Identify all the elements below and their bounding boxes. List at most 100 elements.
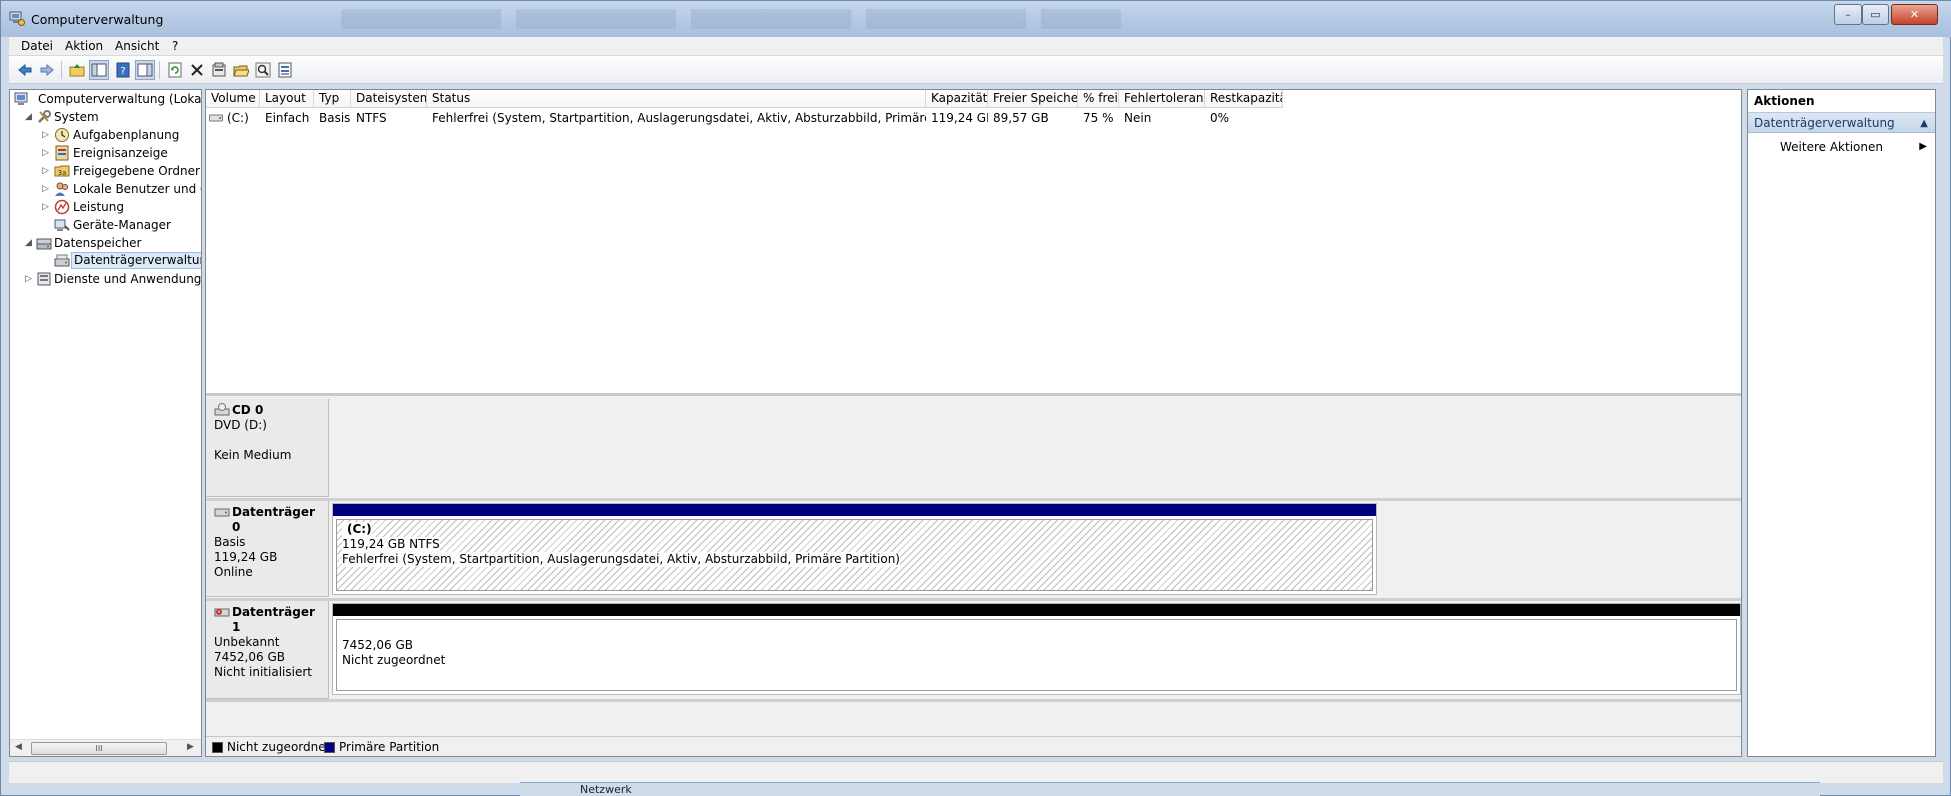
tree-item-leistung[interactable]: ▷ Leistung xyxy=(12,198,201,216)
window-title: Computerverwaltung xyxy=(31,12,164,27)
expanded-arrow-icon[interactable]: ◢ xyxy=(25,234,34,252)
disk-name: CD 0 xyxy=(232,403,264,417)
action-weitere-aktionen[interactable]: Weitere Aktionen ▶ xyxy=(1748,138,1935,156)
minimize-button[interactable]: – xyxy=(1834,4,1862,25)
tree-item-geraete-manager[interactable]: Geräte-Manager xyxy=(12,216,201,234)
collapsed-arrow-icon[interactable]: ▷ xyxy=(42,162,51,180)
menu-help[interactable]: ? xyxy=(172,39,178,53)
show-hide-tree-icon[interactable] xyxy=(89,60,109,80)
primary-partition-bar xyxy=(333,504,1376,516)
disk-label-datentraeger-0[interactable]: Datenträger 0 Basis 119,24 GB Online xyxy=(206,501,329,597)
partition-c-block[interactable]: (C:) 119,24 GB NTFS Fehlerfrei (System, … xyxy=(332,503,1377,595)
help-icon[interactable]: ? xyxy=(113,60,133,80)
disk-label-cd0[interactable]: CD 0 DVD (D:) Kein Medium xyxy=(206,399,329,497)
tree-item-label: Lokale Benutzer und Gr xyxy=(73,182,202,196)
storage-icon xyxy=(36,238,52,250)
column-layout[interactable]: Layout xyxy=(260,90,314,108)
collapse-up-icon[interactable]: ▲ xyxy=(1920,113,1928,134)
column-prozent-frei[interactable]: % frei xyxy=(1078,90,1119,108)
tree-item-ereignisanzeige[interactable]: ▷ Ereignisanzeige xyxy=(12,144,201,162)
open-icon[interactable] xyxy=(231,60,251,80)
menu-datei[interactable]: Datei xyxy=(21,39,53,53)
unallocated-space[interactable]: 7452,06 GB Nicht zugeordnet xyxy=(336,619,1737,691)
tree-item-lokale-benutzer[interactable]: ▷ Lokale Benutzer und Gr xyxy=(12,180,201,198)
action-label: Weitere Aktionen xyxy=(1780,140,1883,154)
tree-item-dienste[interactable]: ▷ Dienste und Anwendungen xyxy=(12,270,201,288)
performance-icon xyxy=(54,199,70,215)
tree-item-label: Ereignisanzeige xyxy=(73,146,168,160)
volume-list: Volume Layout Typ Dateisystem Status Kap… xyxy=(206,90,1741,396)
column-typ[interactable]: Typ xyxy=(314,90,351,108)
disk-label-datentraeger-1[interactable]: Datenträger 1 Unbekannt 7452,06 GB Nicht… xyxy=(206,601,329,699)
disk-name: Datenträger 1 xyxy=(232,605,315,634)
clock-icon xyxy=(55,128,69,142)
unallocated-bar xyxy=(333,604,1740,616)
cell-layout: Einfach xyxy=(265,111,310,125)
tree-item-label: Computerverwaltung (Lokal) xyxy=(38,92,202,106)
disk-status: Online xyxy=(214,565,253,579)
column-volume[interactable]: Volume xyxy=(206,90,260,108)
menu-aktion[interactable]: Aktion xyxy=(65,39,103,53)
tree-item-computerverwaltung[interactable]: Computerverwaltung (Lokal) xyxy=(12,90,201,108)
menu-bar: Datei Aktion Ansicht ? xyxy=(9,37,1943,55)
collapsed-arrow-icon[interactable]: ▷ xyxy=(42,180,51,198)
maximize-button[interactable]: ▭ xyxy=(1862,4,1889,25)
scroll-left-icon[interactable]: ◀ xyxy=(15,742,22,752)
properties-icon[interactable] xyxy=(209,60,229,80)
column-fehlertoleranz[interactable]: Fehlertoleranz xyxy=(1119,90,1205,108)
collapsed-arrow-icon[interactable]: ▷ xyxy=(42,126,51,144)
tree-item-label: Freigegebene Ordner xyxy=(73,164,200,178)
forward-arrow-icon[interactable] xyxy=(37,60,57,80)
back-arrow-icon[interactable] xyxy=(15,60,35,80)
collapsed-arrow-icon[interactable]: ▷ xyxy=(42,144,51,162)
tree-item-aufgabenplanung[interactable]: ▷ Aufgabenplanung xyxy=(12,126,201,144)
cell-kapazitaet: 119,24 GB xyxy=(931,111,988,125)
partition-c[interactable]: (C:) 119,24 GB NTFS Fehlerfrei (System, … xyxy=(336,519,1373,591)
disk-size: 7452,06 GB xyxy=(214,650,285,664)
toolbar: ? xyxy=(9,56,1943,84)
search-icon[interactable] xyxy=(253,60,273,80)
unallocated-block[interactable]: 7452,06 GB Nicht zugeordnet xyxy=(332,603,1741,695)
cell-status: Fehlerfrei (System, Startpartition, Ausl… xyxy=(432,111,926,125)
column-freier-speicher[interactable]: Freier Speicher xyxy=(988,90,1078,108)
tree-item-datenspeicher[interactable]: ◢ Datenspeicher xyxy=(12,234,201,252)
refresh-icon[interactable] xyxy=(165,60,185,80)
menu-ansicht[interactable]: Ansicht xyxy=(115,39,159,53)
tree-item-freigegebene-ordner[interactable]: ▷ 3a Freigegebene Ordner xyxy=(12,162,201,180)
legend: Nicht zugeordnet Primäre Partition xyxy=(206,736,1741,756)
disk-status: Kein Medium xyxy=(214,448,292,462)
disk-graphical-view: CD 0 DVD (D:) Kein Medium Datenträger 0 … xyxy=(206,399,1741,736)
disk-type: DVD (D:) xyxy=(214,418,267,432)
legend-primary: Primäre Partition xyxy=(339,740,440,754)
show-hide-action-pane-icon[interactable] xyxy=(135,60,155,80)
expanded-arrow-icon[interactable]: ◢ xyxy=(25,108,34,126)
delete-icon[interactable] xyxy=(187,60,207,80)
disk-name: Datenträger 0 xyxy=(232,505,315,534)
title-bar[interactable]: Computerverwaltung – ▭ ✕ xyxy=(1,1,1951,37)
cell-fehlertoleranz: Nein xyxy=(1124,111,1152,125)
column-restkapazitaet[interactable]: Restkapazität xyxy=(1205,90,1283,108)
status-bar xyxy=(9,761,1943,783)
collapsed-arrow-icon[interactable]: ▷ xyxy=(42,198,51,216)
column-kapazitaet[interactable]: Kapazität xyxy=(926,90,988,108)
tools-icon xyxy=(38,110,51,123)
actions-section-datentraegerverwaltung[interactable]: Datenträgerverwaltung ▲ xyxy=(1748,112,1935,133)
background-browser-tabs xyxy=(341,9,1121,29)
column-status[interactable]: Status xyxy=(427,90,926,108)
disk-management-icon xyxy=(54,254,70,267)
column-dateisystem[interactable]: Dateisystem xyxy=(351,90,427,108)
export-icon[interactable] xyxy=(275,60,295,80)
scroll-right-icon[interactable]: ▶ xyxy=(187,742,194,752)
cd-drive-icon xyxy=(214,403,230,416)
actions-pane: Aktionen Datenträgerverwaltung ▲ Weitere… xyxy=(1747,89,1936,757)
cell-restkapazitaet: 0% xyxy=(1210,111,1230,125)
tree-item-system[interactable]: ◢ System xyxy=(12,108,201,126)
tree-horizontal-scrollbar[interactable]: ◀ III ▶ xyxy=(10,739,201,756)
collapsed-arrow-icon[interactable]: ▷ xyxy=(25,270,34,288)
tree-item-datentraegerverwaltung[interactable]: Datenträgerverwaltung xyxy=(12,252,201,270)
scroll-thumb[interactable]: III xyxy=(31,742,167,755)
up-folder-icon[interactable] xyxy=(67,60,87,80)
partition-label: (C:) xyxy=(342,522,372,537)
disk-type: Unbekannt xyxy=(214,635,280,649)
close-button[interactable]: ✕ xyxy=(1891,4,1938,25)
